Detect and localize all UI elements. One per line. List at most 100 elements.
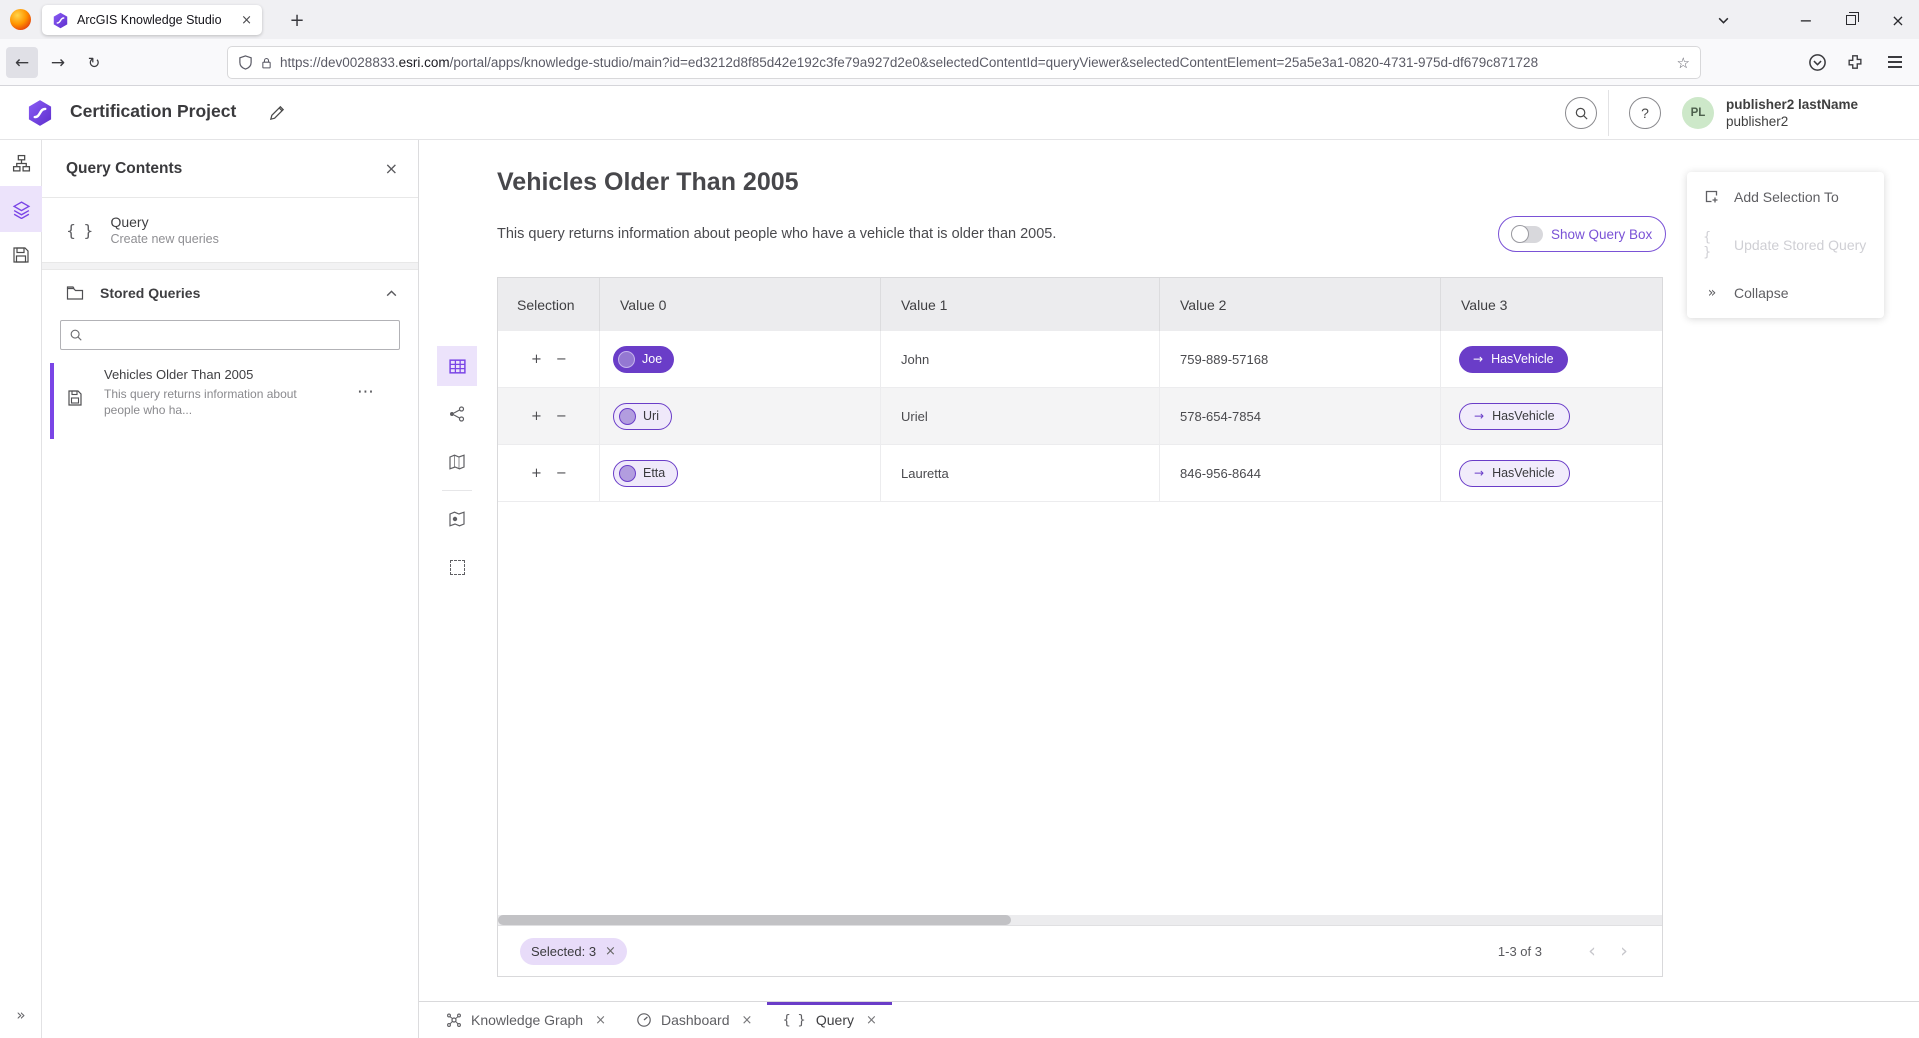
new-map-view-button[interactable] [437,499,477,539]
selection-tool-button[interactable] [437,547,477,587]
table-cell[interactable]: 578-654-7854 [1160,388,1441,444]
previous-page-button[interactable]: ‹ [1576,940,1608,962]
back-button[interactable]: ← [6,47,38,78]
search-button[interactable] [1565,97,1597,129]
stored-queries-search-input[interactable] [89,328,391,343]
firefox-icon[interactable] [10,9,31,30]
sitemap-icon [12,154,31,173]
pocket-icon[interactable] [1806,51,1828,73]
sidebar-item-data-model[interactable] [0,140,42,186]
horizontal-scrollbar[interactable] [498,915,1662,925]
clear-selection-icon[interactable]: × [605,944,616,959]
tab-knowledge-graph[interactable]: Knowledge Graph × [431,1002,621,1038]
relationship-pill[interactable]: → HasVehicle [1459,403,1570,430]
column-header[interactable]: Value 1 [881,278,1160,331]
user-name: publisher2 lastName [1726,96,1858,113]
next-page-button[interactable]: › [1608,940,1640,962]
column-header[interactable]: Value 3 [1441,278,1662,331]
entity-pill[interactable]: Uri [613,403,672,430]
braces-icon: { } [1703,230,1721,260]
table-cell[interactable]: Uriel [881,388,1160,444]
bookmark-star-icon[interactable]: ☆ [1677,54,1690,72]
scrollbar-thumb[interactable] [498,915,1011,925]
table-cell[interactable]: 759-889-57168 [1160,331,1441,387]
toggle-switch [1511,226,1543,243]
panel-close-icon[interactable]: × [385,159,398,178]
entity-dot-icon [619,408,636,425]
list-all-tabs-button[interactable] [1708,5,1738,35]
tab-dashboard[interactable]: Dashboard × [621,1002,767,1038]
user-info[interactable]: publisher2 lastName publisher2 [1726,96,1858,130]
menu-item-add-selection-to[interactable]: Add Selection To [1687,173,1884,221]
column-header[interactable]: Selection [498,278,600,331]
column-header[interactable]: Value 2 [1160,278,1441,331]
tab-close-icon[interactable]: × [741,1013,752,1028]
table-row[interactable]: + − Joe John 759-889-57168 → HasVehicle [498,331,1662,388]
menu-item-collapse[interactable]: » Collapse [1687,269,1884,317]
tracking-shield-icon[interactable] [238,55,253,70]
tab-query[interactable]: { } Query × [767,1002,892,1038]
new-tab-button[interactable]: + [282,5,312,35]
add-to-selection-icon[interactable]: + [531,466,542,481]
edit-pencil-icon[interactable] [268,104,286,122]
user-avatar[interactable]: PL [1682,97,1714,129]
arcgis-favicon-icon [52,12,69,29]
selection-menu: Add Selection To { } Update Stored Query… [1687,172,1884,318]
project-title: Certification Project [70,101,236,122]
sidebar-item-save[interactable] [0,232,42,278]
relationship-pill[interactable]: → HasVehicle [1459,460,1570,487]
sidebar-item-contents[interactable] [0,186,42,232]
stored-queries-title: Stored Queries [100,285,369,301]
link-chart-view-button[interactable] [437,394,477,434]
window-minimize-button[interactable]: − [1791,5,1821,35]
add-to-selection-icon[interactable]: + [531,409,542,424]
extensions-puzzle-icon[interactable] [1844,51,1866,73]
tab-close-icon[interactable]: × [241,13,252,28]
lock-icon[interactable] [260,56,273,70]
stored-query-item[interactable]: Vehicles Older Than 2005 This query retu… [42,360,418,442]
view-tab-bar: Knowledge Graph × Dashboard × { } Query … [419,1001,1919,1038]
table-row[interactable]: + − Etta Lauretta 846-956-8644 → HasVehi… [498,445,1662,502]
stored-queries-header[interactable]: Stored Queries [42,270,418,316]
table-view-button[interactable] [437,346,477,386]
chevron-up-icon[interactable] [385,287,398,300]
map-view-button[interactable] [437,442,477,482]
table-row[interactable]: + − Uri Uriel 578-654-7854 → HasVehicle [498,388,1662,445]
show-query-box-toggle[interactable]: Show Query Box [1498,216,1666,252]
browser-tab[interactable]: ArcGIS Knowledge Studio × [42,5,262,35]
section-divider [42,262,418,270]
app-header: Certification Project ? PL publisher2 la… [0,86,1919,140]
remove-from-selection-icon[interactable]: − [556,466,567,481]
tab-close-icon[interactable]: × [595,1013,606,1028]
window-restore-button[interactable] [1836,5,1866,35]
stored-query-description: This query returns information about peo… [104,386,309,418]
menu-hamburger-icon[interactable] [1884,51,1906,73]
forward-button[interactable]: → [42,47,74,78]
entity-pill[interactable]: Etta [613,460,678,487]
add-to-selection-icon[interactable]: + [531,352,542,367]
entity-dot-icon [618,351,635,368]
menu-item-update-stored-query[interactable]: { } Update Stored Query [1687,221,1884,269]
arrow-right-icon: → [1474,466,1484,480]
tab-close-icon[interactable]: × [866,1013,877,1028]
stored-queries-search [60,320,400,350]
url-bar[interactable]: https://dev0028833.esri.com/portal/apps/… [228,47,1700,78]
item-options-icon[interactable]: ⋯ [357,382,374,402]
window-close-button[interactable]: × [1883,5,1913,35]
new-query-item[interactable]: { } Query Create new queries [42,198,418,262]
table-cell[interactable]: John [881,331,1160,387]
remove-from-selection-icon[interactable]: − [556,352,567,367]
column-header[interactable]: Value 0 [600,278,881,331]
help-button[interactable]: ? [1629,97,1661,129]
search-icon [69,328,83,342]
remove-from-selection-icon[interactable]: − [556,409,567,424]
table-cell[interactable]: Lauretta [881,445,1160,501]
stored-query-title: Vehicles Older Than 2005 [104,367,253,382]
selected-count-chip[interactable]: Selected: 3 × [520,938,627,965]
table-footer: Selected: 3 × 1-3 of 3 ‹ › [498,925,1662,976]
relationship-pill[interactable]: → HasVehicle [1459,346,1568,373]
expand-rail-button[interactable]: » [0,1000,42,1030]
reload-button[interactable]: ↻ [78,47,110,78]
table-cell[interactable]: 846-956-8644 [1160,445,1441,501]
entity-pill[interactable]: Joe [613,346,674,373]
